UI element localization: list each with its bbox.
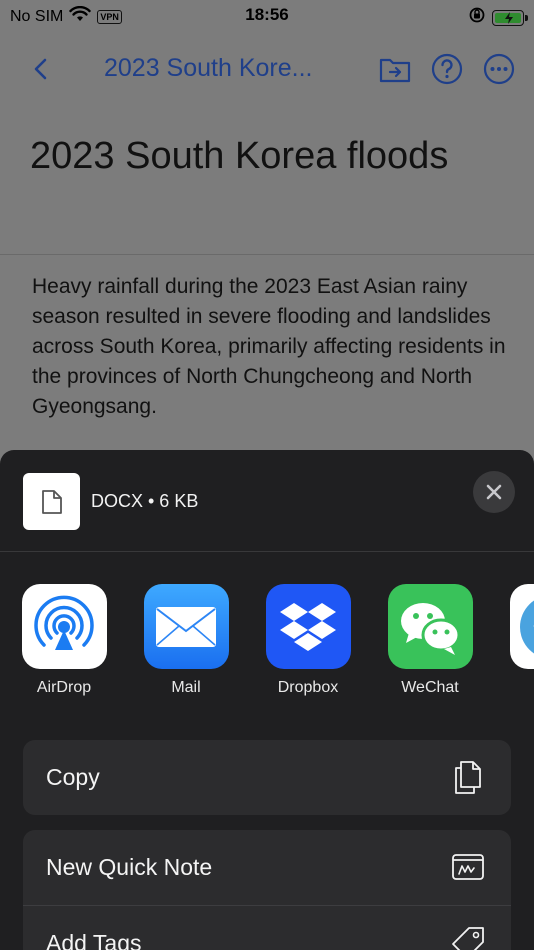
share-app-mail[interactable]: Mail [131, 584, 241, 697]
share-app-telegram[interactable]: Te [497, 584, 534, 697]
status-right [468, 6, 528, 29]
share-app-label: Te [497, 679, 534, 697]
new-quick-note-action[interactable]: New Quick Note [23, 830, 511, 905]
action-label: New Quick Note [46, 854, 213, 880]
copy-action[interactable]: Copy [23, 740, 511, 815]
help-icon[interactable] [430, 52, 464, 86]
document-file-icon [41, 489, 62, 514]
navigation-bar: 2023 South Kore... [0, 44, 534, 94]
file-info: DOCX • 6 KB [91, 491, 199, 511]
dropbox-icon [265, 584, 351, 669]
share-app-label: Dropbox [277, 679, 339, 696]
quick-note-icon [449, 848, 487, 886]
copy-action-group: Copy [23, 740, 511, 815]
status-time: 18:56 [245, 5, 289, 24]
mail-icon [143, 584, 229, 669]
document-title: 2023 South Korea floods [30, 135, 449, 177]
share-apps-row: AirDrop Mail Dropbox WeChat [0, 584, 534, 704]
share-app-wechat[interactable]: WeChat [375, 584, 485, 697]
airdrop-icon [21, 584, 107, 669]
orientation-lock-icon [468, 6, 486, 29]
copy-icon [449, 758, 487, 796]
share-sheet-header: DOCX • 6 KB [0, 450, 534, 552]
title-divider [0, 254, 534, 255]
back-chevron-icon[interactable] [26, 52, 56, 86]
share-app-label: AirDrop [36, 679, 92, 696]
close-icon [486, 484, 502, 500]
status-bar: No SIM VPN 18:56 [0, 0, 534, 32]
move-to-folder-icon[interactable] [378, 52, 412, 86]
close-button[interactable] [473, 471, 515, 513]
share-app-airdrop[interactable]: AirDrop [9, 584, 119, 697]
action-label: Add Tags [46, 929, 142, 950]
nav-actions [378, 52, 516, 86]
wechat-icon [387, 584, 473, 669]
add-tags-action[interactable]: Add Tags [23, 905, 511, 950]
share-app-dropbox[interactable]: Dropbox [253, 584, 363, 697]
file-thumbnail [23, 473, 80, 530]
tag-icon [449, 924, 487, 950]
actions-group: New Quick Note Add Tags [23, 830, 511, 950]
more-options-icon[interactable] [482, 52, 516, 86]
telegram-icon [509, 584, 534, 669]
share-app-label: WeChat [401, 679, 459, 696]
nav-title[interactable]: 2023 South Kore... [104, 54, 312, 83]
action-label: Copy [46, 764, 100, 790]
share-app-label: Mail [171, 679, 201, 696]
document-body: Heavy rainfall during the 2023 East Asia… [32, 275, 506, 418]
battery-icon [492, 9, 528, 26]
share-sheet: DOCX • 6 KB AirDrop Mail Dropbox WeChat … [0, 450, 534, 950]
